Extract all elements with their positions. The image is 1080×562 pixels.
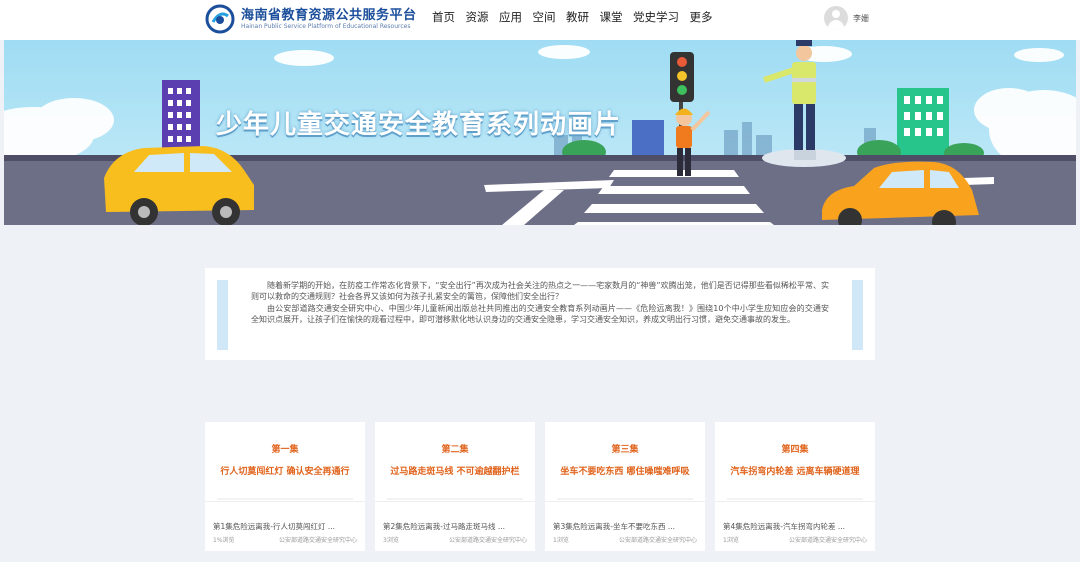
- episode-thumbnail[interactable]: 第二集 过马路走斑马线 不可逾越翻护栏: [375, 422, 535, 502]
- view-count: 1浏览: [723, 537, 739, 544]
- episode-title[interactable]: 第2集危险远离我-过马路走斑马线 ...: [383, 521, 527, 532]
- view-count: 1浏览: [553, 537, 569, 544]
- main-nav: 首页 资源 应用 空间 教研 课堂 党史学习 更多: [432, 9, 723, 25]
- episode-number: 第二集: [441, 445, 469, 455]
- hero-banner: 少年儿童交通安全教育系列动画片: [4, 40, 1076, 225]
- episode-card-4[interactable]: 第四集 汽车拐弯内轮差 远离车辆硬道理 第4集危险远离我-汽车拐弯内轮差 ...…: [715, 422, 875, 551]
- intro-decor-left: [217, 280, 228, 350]
- intro-panel: 随着新学期的开始，在防疫工作常态化背景下，“安全出行”再次成为社会关注的热点之一…: [205, 268, 875, 360]
- nav-apps[interactable]: 应用: [499, 9, 522, 25]
- episode-title[interactable]: 第3集危险远离我-坐车不要吃东西 ...: [553, 521, 697, 532]
- episode-slogan: 行人切莫闯红灯 确认安全再通行: [220, 467, 350, 477]
- nav-more[interactable]: 更多: [690, 9, 713, 25]
- episode-slogan: 过马路走斑马线 不可逾越翻护栏: [390, 467, 520, 477]
- intro-paragraph-1: 随着新学期的开始，在防疫工作常态化背景下，“安全出行”再次成为社会关注的热点之一…: [251, 281, 829, 302]
- nav-party-history[interactable]: 党史学习: [633, 9, 679, 25]
- nav-resources[interactable]: 资源: [466, 9, 489, 25]
- platform-logo[interactable]: 海南省教育资源公共服务平台 Hainan Public Service Plat…: [205, 4, 417, 34]
- user-menu[interactable]: 李姗: [824, 6, 869, 30]
- nav-space[interactable]: 空间: [533, 9, 556, 25]
- episode-card-3[interactable]: 第三集 坐车不要吃东西 哪住噪嗤难呼吸 第3集危险远离我-坐车不要吃东西 ...…: [545, 422, 705, 551]
- view-count: 1%浏览: [213, 537, 235, 544]
- user-name[interactable]: 李姗: [853, 13, 869, 24]
- episode-slogan: 汽车拐弯内轮差 远离车辆硬道理: [730, 467, 860, 477]
- nav-classroom[interactable]: 课堂: [600, 9, 623, 25]
- episode-card-1[interactable]: 第一集 行人切莫闯红灯 确认安全再通行 第1集危险远离我-行人切莫闯红灯 ...…: [205, 422, 365, 551]
- episode-source: 公安部道路交通安全研究中心: [788, 537, 867, 544]
- logo-emblem-icon: [205, 4, 235, 34]
- intro-decor-right: [852, 280, 863, 350]
- top-header: 海南省教育资源公共服务平台 Hainan Public Service Plat…: [0, 0, 1080, 40]
- nav-teaching-research[interactable]: 教研: [566, 9, 589, 25]
- episode-source: 公安部道路交通安全研究中心: [278, 537, 357, 544]
- episode-title[interactable]: 第1集危险远离我-行人切莫闯红灯 ...: [213, 521, 357, 532]
- intro-text: 随着新学期的开始，在防疫工作常态化背景下，“安全出行”再次成为社会关注的热点之一…: [251, 280, 829, 326]
- episode-number: 第一集: [271, 445, 299, 455]
- episode-card-2[interactable]: 第二集 过马路走斑马线 不可逾越翻护栏 第2集危险远离我-过马路走斑马线 ...…: [375, 422, 535, 551]
- nav-home[interactable]: 首页: [432, 9, 455, 25]
- episode-source: 公安部道路交通安全研究中心: [448, 537, 527, 544]
- view-count: 3浏览: [383, 537, 399, 544]
- episode-thumbnail[interactable]: 第四集 汽车拐弯内轮差 远离车辆硬道理: [715, 422, 875, 502]
- logo-subtitle: Hainan Public Service Platform of Educat…: [241, 22, 411, 30]
- episode-thumbnail[interactable]: 第三集 坐车不要吃东西 哪住噪嗤难呼吸: [545, 422, 705, 502]
- banner-title: 少年儿童交通安全教育系列动画片: [216, 110, 622, 140]
- episode-source: 公安部道路交通安全研究中心: [618, 537, 697, 544]
- episode-thumbnail[interactable]: 第一集 行人切莫闯红灯 确认安全再通行: [205, 422, 365, 502]
- logo-title: 海南省教育资源公共服务平台: [241, 7, 417, 23]
- episode-number: 第三集: [611, 445, 639, 455]
- episode-number: 第四集: [781, 445, 809, 455]
- episode-title[interactable]: 第4集危险远离我-汽车拐弯内轮差 ...: [723, 521, 867, 532]
- episode-slogan: 坐车不要吃东西 哪住噪嗤难呼吸: [560, 467, 690, 477]
- avatar[interactable]: [824, 6, 848, 30]
- intro-paragraph-2: 由公安部道路交通安全研究中心、中国少年儿童新闻出版总社共同推出的交通安全教育系列…: [251, 303, 829, 325]
